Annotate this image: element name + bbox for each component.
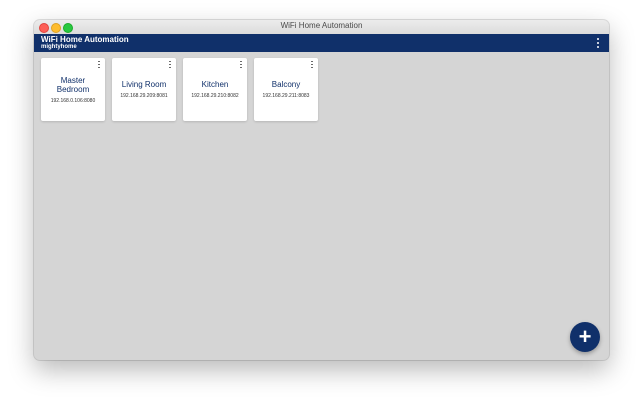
window-title: WiFi Home Automation: [280, 21, 363, 30]
device-card[interactable]: Balcony 192.168.29.211:8083: [254, 58, 318, 121]
app-window: WiFi Home Automation WiFi Home Automatio…: [34, 20, 609, 360]
device-address: 192.168.29.211:8083: [262, 93, 310, 99]
card-more-vert-icon[interactable]: [97, 61, 101, 68]
device-address: 192.168.29.210:8082: [191, 93, 239, 99]
device-name: Living Room: [121, 80, 167, 89]
card-more-vert-icon[interactable]: [310, 61, 314, 68]
more-vert-icon[interactable]: [595, 38, 601, 48]
app-title: WiFi Home Automation: [41, 35, 129, 44]
plus-icon: +: [578, 324, 592, 349]
title-bar[interactable]: WiFi Home Automation: [34, 20, 609, 35]
device-name: Master Bedroom: [56, 75, 90, 94]
device-grid: Master Bedroom 192.168.0.106:8080 Living…: [41, 58, 318, 121]
device-name: Balcony: [271, 80, 301, 89]
device-card[interactable]: Master Bedroom 192.168.0.106:8080: [41, 58, 105, 121]
app-bar: WiFi Home Automation mightyhome: [34, 34, 609, 52]
device-address: 192.168.0.106:8080: [50, 97, 96, 104]
device-card[interactable]: Kitchen 192.168.29.210:8082: [183, 58, 247, 121]
device-name: Kitchen: [201, 80, 229, 89]
device-card[interactable]: Living Room 192.168.29.209:8081: [112, 58, 176, 121]
add-device-button[interactable]: +: [570, 322, 600, 352]
device-address: 192.168.29.209:8081: [120, 93, 168, 99]
card-more-vert-icon[interactable]: [168, 61, 172, 68]
card-more-vert-icon[interactable]: [239, 61, 243, 68]
app-subtitle: mightyhome: [41, 44, 77, 50]
